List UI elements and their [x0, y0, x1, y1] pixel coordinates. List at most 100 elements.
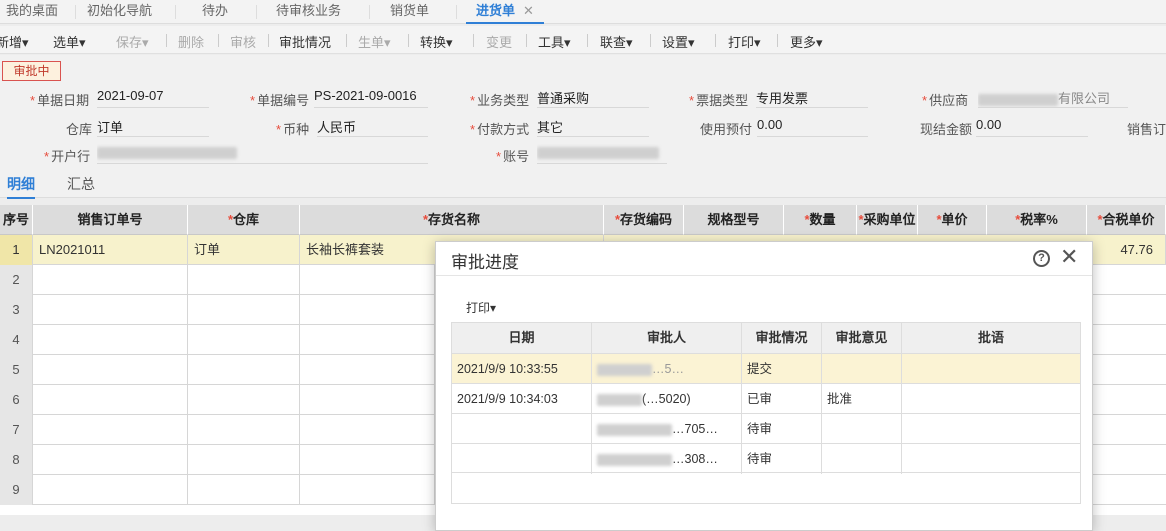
col-header-spec[interactable]: 规格型号 — [684, 205, 784, 235]
cell-item-name[interactable] — [300, 265, 435, 295]
cell-warehouse[interactable] — [188, 355, 300, 385]
cell-tax-price[interactable] — [1093, 265, 1166, 295]
cell-warehouse[interactable] — [188, 415, 300, 445]
col-header-sales-order[interactable]: 销售订单号 — [33, 205, 188, 235]
cell-item-name[interactable] — [300, 445, 435, 475]
prepay-field[interactable]: 0.00 — [757, 117, 868, 137]
cell-item-name[interactable] — [300, 475, 435, 505]
help-icon[interactable]: ? — [1033, 250, 1050, 267]
col-header-item-name[interactable]: *存货名称 — [300, 205, 604, 235]
supplier-value: 有限公司 — [1058, 91, 1111, 106]
cell-sales-order[interactable] — [33, 415, 188, 445]
cell-tax-price[interactable] — [1093, 475, 1166, 505]
date-label: * 单据日期 — [30, 93, 90, 108]
cell-item-name[interactable] — [300, 355, 435, 385]
col-header-date: 日期 — [452, 323, 592, 353]
col-header-tax-rate[interactable]: *税率% — [987, 205, 1087, 235]
chevron-down-icon: ▾ — [754, 35, 761, 50]
table-row[interactable]: …308… 待审 — [452, 443, 1080, 474]
cell-tax-price[interactable] — [1093, 385, 1166, 415]
tab-my-desktop[interactable]: 我的桌面 — [6, 0, 58, 24]
cell-tax-price[interactable] — [1093, 355, 1166, 385]
col-header-unit[interactable]: *采购单位 — [857, 205, 918, 235]
payment-field[interactable]: 其它 — [537, 117, 649, 137]
supplier-field[interactable]: 有限公司 — [978, 88, 1128, 108]
tab-purchase-order[interactable]: 进货单 ✕ — [466, 0, 544, 24]
cash-field[interactable]: 0.00 — [976, 117, 1088, 137]
tab-summary[interactable]: 汇总 — [67, 174, 95, 194]
cell-sales-order[interactable] — [33, 295, 188, 325]
button-label: 设置 — [662, 35, 689, 50]
tab-pending-review[interactable]: 待审核业务 — [276, 0, 341, 24]
settings-button[interactable]: 设置▾ — [662, 32, 695, 51]
col-header-item-code[interactable]: *存货编码 — [604, 205, 684, 235]
date-field[interactable]: 2021-09-07 — [97, 88, 209, 108]
approval-status-button[interactable]: 审批情况 — [279, 32, 331, 51]
chevron-down-icon: ▾ — [688, 35, 695, 50]
close-icon[interactable]: ✕ — [523, 3, 534, 18]
table-row[interactable]: 2021/9/9 10:34:03 (…5020) 已审 批准 — [452, 383, 1080, 414]
col-header-warehouse[interactable]: *仓库 — [188, 205, 300, 235]
change-button[interactable]: 变更 — [486, 32, 512, 51]
cell-sales-order[interactable] — [33, 325, 188, 355]
cash-label: 现结金额 — [920, 122, 973, 137]
currency-field[interactable]: 人民币 — [317, 117, 428, 137]
doc-no-field[interactable]: PS-2021-09-0016 — [314, 88, 428, 108]
close-icon[interactable]: ✕ — [1060, 244, 1078, 270]
cell-warehouse[interactable]: 订单 — [188, 235, 300, 265]
query-button[interactable]: 联查▾ — [600, 32, 633, 51]
cell-tax-price[interactable]: 47.76 — [1087, 235, 1166, 265]
save-button[interactable]: 保存▾ — [116, 32, 149, 51]
cell-status: 提交 — [742, 354, 822, 384]
more-button[interactable]: 更多▾ — [790, 32, 823, 51]
cell-item-name[interactable] — [300, 325, 435, 355]
select-doc-button[interactable]: 选单▾ — [53, 32, 86, 51]
approval-progress-dialog: 审批进度 ? ✕ 打印▾ 日期 审批人 审批情况 审批意见 批语 2021/9/… — [435, 241, 1093, 531]
cell-warehouse[interactable] — [188, 265, 300, 295]
cell-warehouse[interactable] — [188, 475, 300, 505]
tab-init-guide[interactable]: 初始化导航 — [87, 0, 152, 24]
cell-warehouse[interactable] — [188, 385, 300, 415]
sales-order-label: 销售订 — [1127, 122, 1166, 137]
cell-tax-price[interactable] — [1093, 415, 1166, 445]
print-button[interactable]: 打印▾ — [728, 32, 761, 51]
account-field[interactable] — [537, 144, 667, 164]
approver-value: …5… — [652, 362, 684, 376]
biz-type-field[interactable]: 普通采购 — [537, 88, 649, 108]
cell-tax-price[interactable] — [1093, 445, 1166, 475]
tab-detail[interactable]: 明细 — [7, 174, 35, 199]
new-button[interactable]: 新增▾ — [0, 32, 29, 51]
cell-sales-order[interactable] — [33, 265, 188, 295]
cell-warehouse[interactable] — [188, 445, 300, 475]
cell-warehouse[interactable] — [188, 325, 300, 355]
cell-sales-order[interactable] — [33, 475, 188, 505]
convert-button[interactable]: 转换▾ — [420, 32, 453, 51]
table-row[interactable]: 2021/9/9 10:33:55 …5… 提交 — [452, 353, 1080, 384]
cell-sales-order[interactable] — [33, 385, 188, 415]
cell-item-name[interactable] — [300, 415, 435, 445]
bank-field[interactable] — [97, 144, 428, 164]
cell-sales-order[interactable] — [33, 445, 188, 475]
tools-button[interactable]: 工具▾ — [538, 32, 571, 51]
audit-button[interactable]: 审核 — [230, 32, 256, 51]
tab-todo[interactable]: 待办 — [202, 0, 228, 24]
table-row[interactable]: …705… 待审 — [452, 413, 1080, 444]
warehouse-field[interactable]: 订单 — [97, 117, 209, 137]
cell-warehouse[interactable] — [188, 295, 300, 325]
col-header-qty[interactable]: *数量 — [784, 205, 857, 235]
cell-sales-order[interactable]: LN2021011 — [33, 235, 188, 265]
biz-type-label: * 业务类型 — [470, 93, 530, 108]
cell-tax-price[interactable] — [1093, 295, 1166, 325]
print-button[interactable]: 打印▾ — [466, 299, 496, 316]
tab-sales-order[interactable]: 销货单 — [390, 0, 429, 24]
cell-sales-order[interactable] — [33, 355, 188, 385]
delete-button[interactable]: 删除 — [178, 32, 204, 51]
cell-item-name[interactable] — [300, 385, 435, 415]
col-header-price[interactable]: *单价 — [918, 205, 987, 235]
status-badge: 审批中 — [2, 61, 61, 81]
col-header-tax-price[interactable]: *合税单价 — [1087, 205, 1166, 235]
generate-button[interactable]: 生单▾ — [358, 32, 391, 51]
cell-tax-price[interactable] — [1093, 325, 1166, 355]
invoice-type-field[interactable]: 专用发票 — [756, 88, 868, 108]
cell-item-name[interactable] — [300, 295, 435, 325]
